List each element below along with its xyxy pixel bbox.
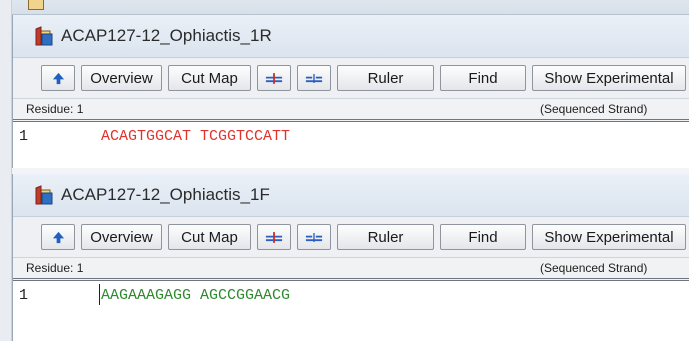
split-marker-button[interactable]	[297, 224, 331, 250]
up-arrow-icon	[52, 231, 64, 243]
document-icon	[28, 0, 44, 10]
sequence-line: 1 AAGAAAGAGG AGCCGGAACG	[19, 287, 290, 304]
ruler-button[interactable]: Ruler	[337, 224, 434, 250]
strand-label: (Sequenced Strand)	[540, 261, 648, 275]
overview-button[interactable]: Overview	[81, 224, 162, 250]
sequence-line: 1 ACAGTGGCAT TCGGTCCATT	[19, 128, 290, 145]
up-arrow-icon	[52, 72, 64, 84]
sequence-view[interactable]: 1 ACAGTGGCAT TCGGTCCATT	[13, 122, 689, 168]
sequence-window-1f[interactable]: ACAP127-12_Ophiactis_1F Overview Cut Map	[12, 174, 689, 341]
sequence-window-1r[interactable]: ACAP127-12_Ophiactis_1R Overview Cut Map	[12, 15, 689, 168]
up-button[interactable]	[41, 65, 75, 91]
enzyme-marker-icon	[265, 72, 283, 84]
split-marker-icon	[305, 232, 323, 242]
background-window-titlebar	[0, 0, 689, 15]
ruler-button[interactable]: Ruler	[337, 65, 434, 91]
residue-label: Residue: 1	[26, 102, 84, 116]
line-number: 1	[19, 128, 29, 145]
toolbar: Overview Cut Map Ruler Find Show Experim…	[13, 58, 689, 99]
window-titlebar[interactable]: ACAP127-12_Ophiactis_1R	[13, 15, 689, 58]
show-experimental-button[interactable]: Show Experimental	[532, 65, 686, 91]
sequence-view[interactable]: 1 AAGAAAGAGG AGCCGGAACG	[13, 281, 689, 327]
split-marker-icon	[305, 73, 323, 83]
cut-map-button[interactable]: Cut Map	[168, 65, 251, 91]
window-titlebar[interactable]: ACAP127-12_Ophiactis_1F	[13, 174, 689, 217]
sequence-text[interactable]: AAGAAAGAGG AGCCGGAACG	[101, 287, 290, 304]
residue-ruler: Residue: 1 (Sequenced Strand)	[13, 258, 689, 281]
find-button[interactable]: Find	[440, 224, 526, 250]
overview-button[interactable]: Overview	[81, 65, 162, 91]
find-button[interactable]: Find	[440, 65, 526, 91]
window-title: ACAP127-12_Ophiactis_1R	[61, 26, 272, 45]
line-number: 1	[19, 287, 29, 304]
document-icon	[33, 184, 55, 206]
split-marker-button[interactable]	[297, 65, 331, 91]
enzyme-marker-icon	[265, 231, 283, 243]
show-experimental-button[interactable]: Show Experimental	[532, 224, 686, 250]
enzyme-marker-button[interactable]	[257, 65, 291, 91]
strand-label: (Sequenced Strand)	[540, 102, 648, 116]
residue-label: Residue: 1	[26, 261, 84, 275]
document-icon	[33, 25, 55, 47]
residue-ruler: Residue: 1 (Sequenced Strand)	[13, 99, 689, 122]
sequence-text[interactable]: ACAGTGGCAT TCGGTCCATT	[101, 128, 290, 145]
window-title: ACAP127-12_Ophiactis_1F	[61, 185, 270, 204]
enzyme-marker-button[interactable]	[257, 224, 291, 250]
cut-map-button[interactable]: Cut Map	[168, 224, 251, 250]
up-button[interactable]	[41, 224, 75, 250]
mdi-frame	[0, 0, 12, 341]
toolbar: Overview Cut Map Ruler Find Show Experim…	[13, 217, 689, 258]
